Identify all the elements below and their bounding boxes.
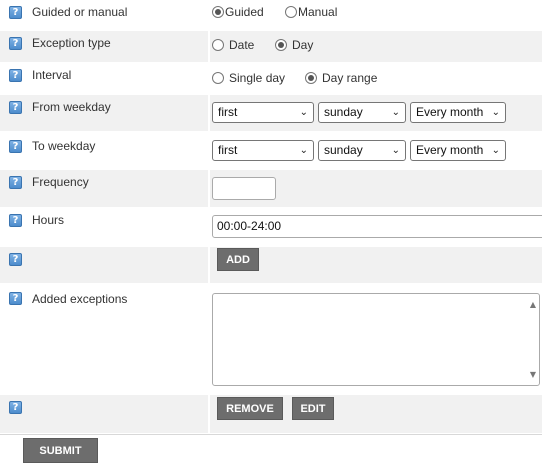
added-exceptions-label: Added exceptions bbox=[32, 292, 128, 306]
chevron-down-icon: ⌄ bbox=[491, 145, 500, 156]
chevron-down-icon: ⌄ bbox=[299, 145, 308, 156]
row-from-weekday: ? From weekday first ⌄ sunday ⌄ Every mo… bbox=[0, 95, 542, 131]
row-interval: ? Interval Single day Day range bbox=[0, 63, 542, 94]
help-icon[interactable]: ? bbox=[9, 176, 22, 189]
frequency-input[interactable] bbox=[212, 177, 276, 200]
date-option[interactable]: Date bbox=[212, 38, 254, 52]
single-day-radio[interactable] bbox=[212, 72, 224, 84]
day-radio-label: Day bbox=[292, 38, 314, 52]
manual-radio-label: Manual bbox=[298, 5, 338, 19]
row-added-exceptions: ? Added exceptions ▲ ▼ bbox=[0, 284, 542, 394]
help-icon[interactable]: ? bbox=[9, 6, 22, 19]
help-icon[interactable]: ? bbox=[9, 214, 22, 227]
scroll-down-icon[interactable]: ▼ bbox=[530, 370, 536, 379]
chevron-down-icon: ⌄ bbox=[391, 107, 400, 118]
to-weekday-label: To weekday bbox=[32, 139, 96, 153]
day-option[interactable]: Day bbox=[275, 38, 313, 52]
from-weekday-select[interactable]: sunday ⌄ bbox=[318, 102, 406, 123]
guided-radio-label: Guided bbox=[225, 5, 264, 19]
chevron-down-icon: ⌄ bbox=[491, 107, 500, 118]
to-ordinal-select[interactable]: first ⌄ bbox=[212, 140, 314, 161]
to-period-select[interactable]: Every month ⌄ bbox=[410, 140, 506, 161]
from-period-select[interactable]: Every month ⌄ bbox=[410, 102, 506, 123]
guided-option[interactable]: Guided bbox=[212, 5, 264, 19]
manual-radio[interactable] bbox=[285, 6, 297, 18]
day-range-radio-label: Day range bbox=[322, 71, 378, 85]
help-icon[interactable]: ? bbox=[9, 140, 22, 153]
date-radio-label: Date bbox=[229, 38, 255, 52]
row-to-weekday: ? To weekday first ⌄ sunday ⌄ Every mont… bbox=[0, 132, 542, 169]
guided-radio[interactable] bbox=[212, 6, 224, 18]
chevron-down-icon: ⌄ bbox=[299, 107, 308, 118]
remove-button[interactable]: REMOVE bbox=[217, 397, 283, 420]
row-exception-type: ? Exception type Date Day bbox=[0, 31, 542, 62]
help-icon[interactable]: ? bbox=[9, 253, 22, 266]
submit-button[interactable]: SUBMIT bbox=[23, 438, 98, 463]
manual-option[interactable]: Manual bbox=[285, 5, 337, 19]
single-day-option[interactable]: Single day bbox=[212, 71, 285, 85]
from-weekday-label: From weekday bbox=[32, 100, 111, 114]
day-range-radio[interactable] bbox=[305, 72, 317, 84]
exception-form: ? Guided or manual Guided Manual ? Excep… bbox=[0, 0, 542, 472]
help-icon[interactable]: ? bbox=[9, 101, 22, 114]
help-icon[interactable]: ? bbox=[9, 69, 22, 82]
row-hours: ? Hours 00:00-24:00 bbox=[0, 208, 542, 246]
hours-input[interactable]: 00:00-24:00 bbox=[212, 215, 542, 238]
edit-button[interactable]: EDIT bbox=[292, 397, 334, 420]
to-weekday-select[interactable]: sunday ⌄ bbox=[318, 140, 406, 161]
hours-label: Hours bbox=[32, 213, 65, 227]
help-icon[interactable]: ? bbox=[9, 292, 22, 305]
row-guided-or-manual: ? Guided or manual Guided Manual bbox=[0, 0, 542, 30]
frequency-label: Frequency bbox=[32, 175, 89, 189]
help-icon[interactable]: ? bbox=[9, 401, 22, 414]
single-day-radio-label: Single day bbox=[229, 71, 286, 85]
help-icon[interactable]: ? bbox=[9, 37, 22, 50]
day-range-option[interactable]: Day range bbox=[305, 71, 377, 85]
guided-or-manual-label: Guided or manual bbox=[32, 5, 128, 19]
row-add: ? ADD bbox=[0, 247, 542, 283]
exception-type-label: Exception type bbox=[32, 36, 111, 50]
add-button[interactable]: ADD bbox=[217, 248, 259, 271]
chevron-down-icon: ⌄ bbox=[391, 145, 400, 156]
interval-label: Interval bbox=[32, 68, 72, 82]
divider bbox=[0, 434, 542, 435]
date-radio[interactable] bbox=[212, 39, 224, 51]
row-actions: ? REMOVE EDIT bbox=[0, 395, 542, 433]
scroll-up-icon[interactable]: ▲ bbox=[530, 300, 536, 309]
row-frequency: ? Frequency bbox=[0, 170, 542, 207]
from-ordinal-select[interactable]: first ⌄ bbox=[212, 102, 314, 123]
day-radio[interactable] bbox=[275, 39, 287, 51]
added-exceptions-list[interactable]: ▲ ▼ bbox=[212, 293, 540, 386]
